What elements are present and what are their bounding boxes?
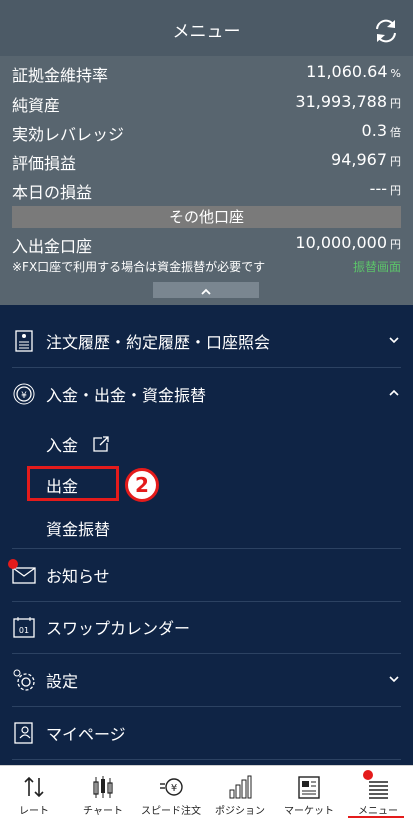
tab-speed-order[interactable]: ¥ スピード注文 xyxy=(137,766,205,838)
bar-chart-icon xyxy=(229,775,252,799)
collapse-button[interactable] xyxy=(153,282,259,298)
header-bar: メニュー xyxy=(0,0,413,56)
svg-text:¥: ¥ xyxy=(171,783,177,794)
external-link-icon xyxy=(93,436,109,452)
tab-market[interactable]: マーケット xyxy=(275,766,343,838)
chevron-down-icon xyxy=(389,676,399,683)
bottom-tab-bar: レート チャート ¥ スピード注文 ポジション マーケット メニュー xyxy=(0,765,413,838)
newspaper-icon xyxy=(298,776,320,799)
menu-item-mypage[interactable]: マイページ xyxy=(12,707,401,760)
svg-text:¥: ¥ xyxy=(21,391,27,401)
other-account-header: その他口座 xyxy=(12,206,401,228)
summary-row-net-assets: 純資産 31,993,788 円 xyxy=(12,92,401,115)
account-summary: 証拠金維持率 11,060.64% 純資産 31,993,788 円 実効レバレッ… xyxy=(0,56,413,305)
menu-item-settings[interactable]: 設定 xyxy=(12,654,401,707)
menu-item-order-history[interactable]: 注文履歴・約定履歴・口座照会 xyxy=(12,315,401,368)
summary-row-today-pl: 本日の損益 --- 円 xyxy=(12,179,401,202)
menu-item-notices[interactable]: お知らせ xyxy=(12,548,401,602)
notification-dot xyxy=(8,559,18,569)
tab-chart[interactable]: チャート xyxy=(69,766,137,838)
submenu-fund-transfer[interactable]: 資金振替 xyxy=(46,516,110,540)
rate-arrows-icon xyxy=(24,776,44,798)
user-document-icon xyxy=(14,722,33,744)
summary-row-margin-ratio: 証拠金維持率 11,060.64% xyxy=(12,62,401,85)
deposit-account-row: 入出金口座 10,000,000 円 xyxy=(12,233,401,256)
gear-icon xyxy=(13,669,35,691)
transfer-screen-link[interactable]: 振替画面 xyxy=(353,258,401,275)
refresh-icon[interactable] xyxy=(371,16,401,46)
step-number-badge: 2 xyxy=(125,468,159,502)
tab-menu[interactable]: メニュー xyxy=(344,766,412,838)
tab-rate[interactable]: レート xyxy=(0,766,68,838)
chevron-up-icon xyxy=(201,288,211,295)
svg-text:01: 01 xyxy=(19,626,29,635)
document-icon xyxy=(15,330,33,352)
menu-tab-notification-dot xyxy=(363,770,373,780)
tab-position[interactable]: ポジション xyxy=(206,766,274,838)
candlestick-icon xyxy=(93,776,113,798)
menu-item-deposit-withdraw[interactable]: ¥ 入金・出金・資金振替 xyxy=(12,368,401,420)
summary-row-leverage: 実効レバレッジ 0.3 倍 xyxy=(12,121,401,144)
speed-order-icon: ¥ xyxy=(160,778,183,796)
submenu-deposit[interactable]: 入金 xyxy=(46,432,111,456)
page-title: メニュー xyxy=(172,22,241,42)
chevron-down-icon xyxy=(389,337,399,344)
highlight-box xyxy=(27,466,119,501)
active-tab-indicator xyxy=(348,816,404,818)
coin-stack-icon: ¥ xyxy=(13,383,35,405)
calendar-icon: 01 xyxy=(13,617,35,638)
chevron-up-icon xyxy=(389,389,399,396)
summary-row-unrealized-pl: 評価損益 94,967 円 xyxy=(12,150,401,173)
menu-item-swap-calendar[interactable]: 01 スワップカレンダー xyxy=(12,601,401,654)
transfer-note: ※FX口座で利用する場合は資金振替が必要です xyxy=(12,260,266,274)
